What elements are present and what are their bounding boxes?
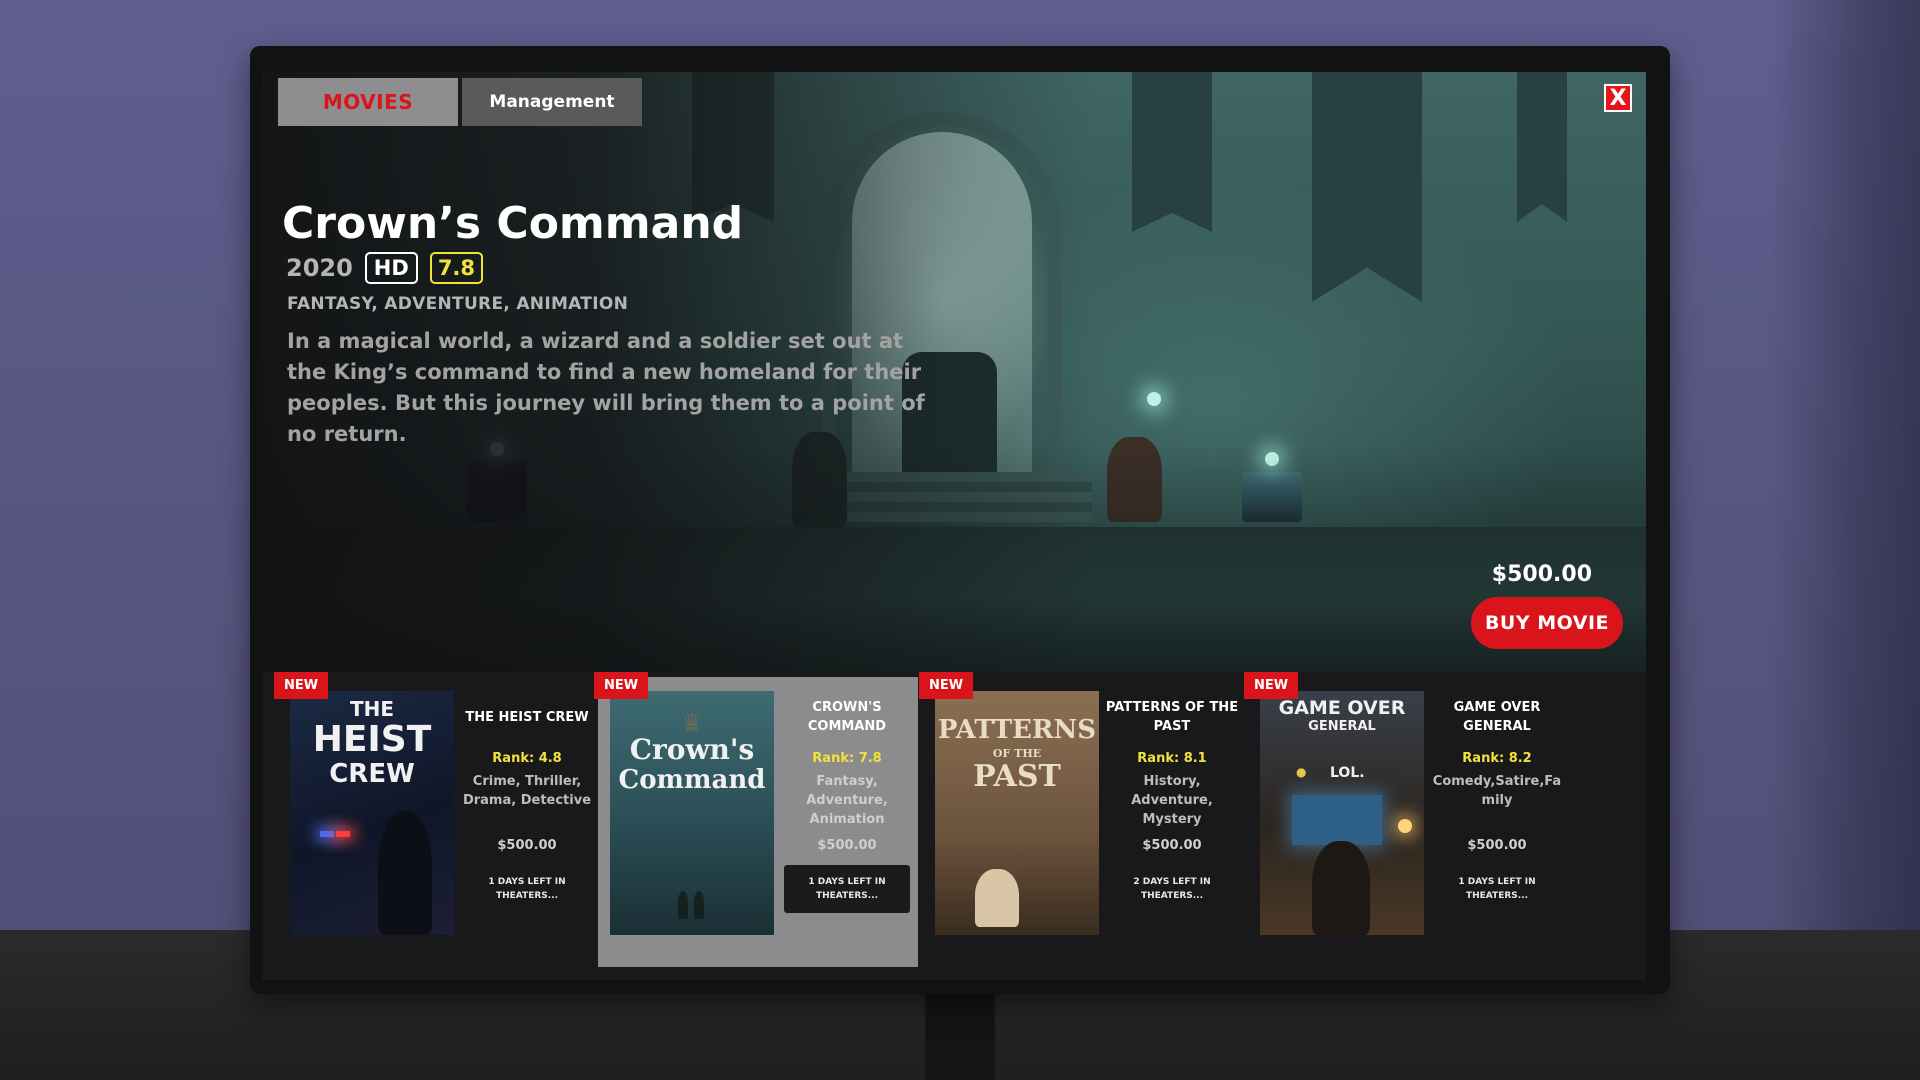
days-left-label: 1 DAYS LEFT IN THEATERS... xyxy=(1458,877,1536,901)
movie-genres: Crime, Thriller, Drama, Detective xyxy=(462,774,592,808)
days-left-label: 2 DAYS LEFT IN THEATERS... xyxy=(1133,877,1211,901)
movie-list: NEW THE HEIST CREW THE HEIST CREW Rank: … xyxy=(274,672,1628,967)
featured-price: $500.00 xyxy=(1491,562,1592,587)
poster-silhouette xyxy=(378,811,432,935)
poster-title-line: PAST xyxy=(973,759,1061,794)
movie-poster: ♛ Crown's Command xyxy=(610,691,774,935)
movie-title: THE HEIST CREW xyxy=(465,709,589,725)
movie-info: GAME OVER GENERAL Rank: 8.2 Comedy,Satir… xyxy=(1428,691,1566,913)
poster-silhouette xyxy=(975,869,1019,927)
poster-title-line: GAME OVER xyxy=(1278,697,1406,719)
buy-movie-button[interactable]: BUY MOVIE xyxy=(1471,597,1623,649)
poster-title-line: HEIST xyxy=(312,719,432,760)
movie-rank: Rank: 8.1 xyxy=(1137,751,1207,766)
movie-poster: PATTERNS OF THE PAST xyxy=(935,691,1099,935)
poster-title-line: CREW xyxy=(329,759,415,789)
rating-badge: 7.8 xyxy=(429,252,484,284)
police-light xyxy=(336,831,350,837)
movie-info: THE HEIST CREW Rank: 4.8 Crime, Thriller… xyxy=(458,691,596,913)
movie-price: $500.00 xyxy=(497,838,557,853)
new-badge: NEW xyxy=(594,672,649,699)
poster-title-line: Command xyxy=(618,765,766,795)
poster-silhouette xyxy=(694,891,704,919)
featured-description: In a magical world, a wizard and a soldi… xyxy=(287,329,925,446)
movie-title: GAME OVER GENERAL xyxy=(1453,700,1541,734)
featured-year: 2020 xyxy=(286,254,353,282)
featured-genres: FANTASY, ADVENTURE, ANIMATION xyxy=(287,294,629,314)
days-left-label: 1 DAYS LEFT IN THEATERS... xyxy=(488,877,566,901)
speech-bubble-icon: ● xyxy=(1296,765,1307,779)
lamp-light xyxy=(1398,819,1412,833)
movie-rank: Rank: 8.2 xyxy=(1462,751,1532,766)
new-badge: NEW xyxy=(1244,672,1299,699)
poster-title-line: THE xyxy=(349,697,395,721)
tab-management[interactable]: Management xyxy=(462,78,642,126)
poster-title-line: Crown's xyxy=(629,733,755,766)
movie-price: $500.00 xyxy=(1142,838,1202,853)
days-left-label: 1 DAYS LEFT IN THEATERS... xyxy=(784,865,910,913)
movie-price: $500.00 xyxy=(1467,838,1527,853)
movie-rank: Rank: 7.8 xyxy=(812,751,882,766)
movie-title: PATTERNS OF THE PAST xyxy=(1105,700,1239,734)
movie-genres: Comedy,Satire,Fa mily xyxy=(1432,774,1562,808)
tab-movies[interactable]: MOVIES xyxy=(278,78,458,126)
movie-rank: Rank: 4.8 xyxy=(492,751,562,766)
poster-monitor xyxy=(1292,795,1382,845)
tab-bar: MOVIES Management xyxy=(278,78,642,126)
featured-title: Crown’s Command xyxy=(282,198,744,249)
tv-screen: MOVIES Management X Crown’s Command 2020… xyxy=(262,72,1646,980)
wall-shadow xyxy=(1770,0,1920,1080)
movie-poster: GAME OVER GENERAL LOL. ● xyxy=(1260,691,1424,935)
movie-poster: THE HEIST CREW xyxy=(290,691,454,935)
movie-card-heist-crew[interactable]: NEW THE HEIST CREW THE HEIST CREW Rank: … xyxy=(274,672,598,967)
police-light xyxy=(320,831,334,837)
featured-meta: 2020 HD 7.8 xyxy=(286,252,484,284)
close-button[interactable]: X xyxy=(1604,84,1632,112)
movie-info: PATTERNS OF THE PAST Rank: 8.1 History, … xyxy=(1103,691,1241,913)
poster-silhouette xyxy=(678,891,688,919)
poster-title-line: LOL. xyxy=(1330,765,1365,781)
tv-stand xyxy=(925,990,995,1080)
movie-card-crowns-command[interactable]: NEW ♛ Crown's Command CROWN'S COMMAND Ra… xyxy=(594,672,918,967)
movie-info: CROWN'S COMMAND Rank: 7.8 Fantasy, Adven… xyxy=(778,691,916,913)
quality-badge: HD xyxy=(364,252,418,284)
movie-genres: History, Adventure, Mystery xyxy=(1131,774,1213,827)
poster-title-line: GENERAL xyxy=(1308,719,1376,734)
new-badge: NEW xyxy=(274,672,329,699)
movie-title: CROWN'S COMMAND xyxy=(807,700,887,734)
poster-title-line: PATTERNS xyxy=(937,715,1097,745)
movie-card-patterns-of-the-past[interactable]: NEW PATTERNS OF THE PAST PATTERNS OF THE… xyxy=(919,672,1243,967)
movie-genres: Fantasy, Adventure, Animation xyxy=(806,774,888,827)
poster-silhouette xyxy=(1312,841,1370,935)
movie-price: $500.00 xyxy=(817,838,877,853)
new-badge: NEW xyxy=(919,672,974,699)
movie-card-game-over-general[interactable]: NEW GAME OVER GENERAL LOL. ● GAME OVER G… xyxy=(1244,672,1568,967)
